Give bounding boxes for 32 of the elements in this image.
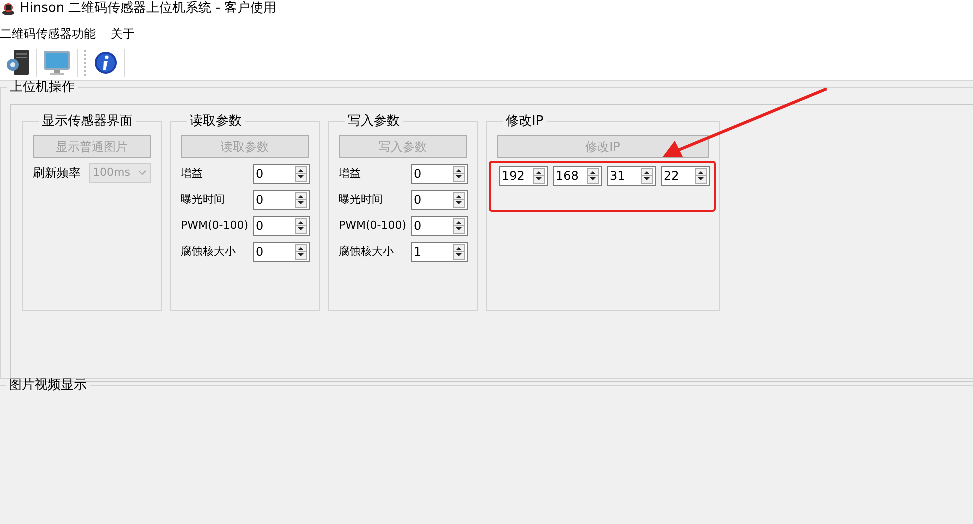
field-label: 曝光时间: [339, 192, 384, 208]
spin-arrows-icon[interactable]: [453, 166, 465, 182]
panel-title: 图片视频显示: [8, 379, 88, 392]
spin-arrows-icon[interactable]: [453, 192, 465, 208]
group-title: 修改IP: [505, 115, 545, 128]
field-label: 腐蚀核大小: [181, 244, 237, 260]
field-label: 腐蚀核大小: [339, 244, 395, 260]
spin-arrows-icon[interactable]: [295, 192, 307, 208]
spin-arrows-icon[interactable]: [533, 168, 545, 184]
chevron-icon: [138, 170, 147, 176]
field-label: PWM(0-100): [339, 218, 408, 234]
spin-arrows-icon[interactable]: [295, 218, 307, 234]
menu-item[interactable]: 关于: [111, 25, 142, 43]
window-title: Hinson 二维码传感器上位机系统 - 客户使用: [20, 0, 277, 18]
field-label: 刷新频率: [33, 165, 81, 182]
group-title: 读取参数: [189, 115, 243, 128]
group-title: 写入参数: [347, 115, 401, 128]
spin-arrows-icon[interactable]: [641, 168, 653, 184]
field-label: 增益: [181, 166, 204, 182]
spin-arrows-icon[interactable]: [453, 218, 465, 234]
spin-arrows-icon[interactable]: [695, 168, 707, 184]
spin-arrows-icon[interactable]: [587, 168, 599, 184]
field-label: PWM(0-100): [181, 218, 250, 234]
app-icon: [2, 2, 15, 16]
menu-item[interactable]: 二维码传感器功能: [0, 25, 103, 43]
field-label: 曝光时间: [181, 192, 226, 208]
spin-arrows-icon[interactable]: [453, 244, 465, 260]
panel-title: 上位机操作: [9, 81, 76, 94]
spin-arrows-icon[interactable]: [295, 244, 307, 260]
spin-arrows-icon[interactable]: [295, 166, 307, 182]
group-title: 显示传感器界面: [41, 115, 134, 128]
field-label: 增益: [339, 166, 362, 182]
